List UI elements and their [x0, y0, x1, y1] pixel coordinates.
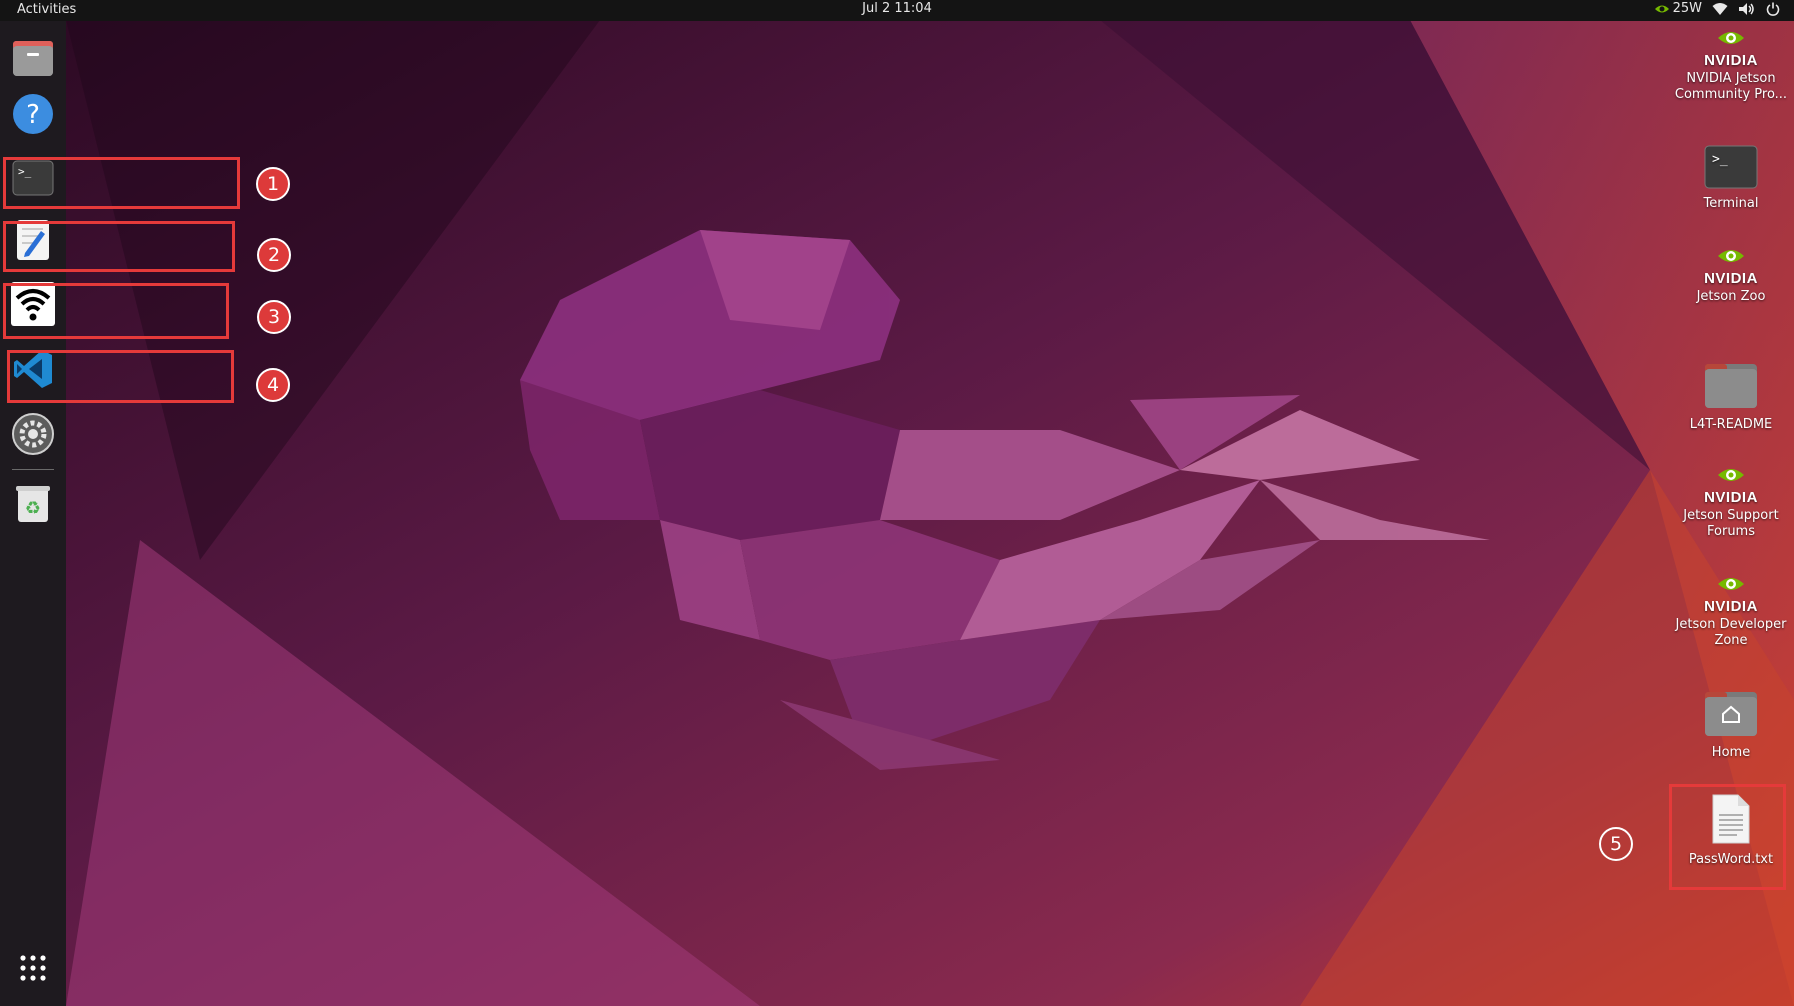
svg-text:?: ? [26, 100, 40, 130]
terminal-icon: >_ [1672, 145, 1790, 194]
nvidia-icon: NVIDIA [1672, 465, 1790, 506]
system-tray[interactable]: 25W [1654, 1, 1780, 16]
desktop-icon-label: Jetson Zoo [1696, 289, 1766, 304]
nvidia-icon: NVIDIA [1672, 246, 1790, 287]
dock-item-trash[interactable]: ♻ [11, 482, 55, 526]
dock-item-files[interactable] [11, 36, 55, 80]
nvidia-icon: NVIDIA [1672, 574, 1790, 615]
desktop-icon-jetson-zoo[interactable]: NVIDIA Jetson Zoo [1672, 246, 1790, 305]
desktop-icon-label: L4T-README [1689, 417, 1773, 432]
home-folder-icon [1672, 690, 1790, 743]
highlight-box-1 [3, 157, 240, 209]
desktop-icon-label: Jetson Developer Zone [1675, 617, 1787, 648]
desktop-icon-home[interactable]: Home [1672, 690, 1790, 761]
show-apps-button[interactable] [11, 946, 55, 990]
desktop-icon-l4t-readme[interactable]: L4T-README [1672, 362, 1790, 433]
gear-icon [12, 413, 54, 455]
clock-area: Jul 2 11:04 [0, 1, 1794, 16]
dock-item-settings[interactable] [11, 412, 55, 456]
power-mode-indicator[interactable]: 25W [1654, 1, 1702, 16]
activities-button[interactable]: Activities [17, 2, 76, 17]
desktop-icon-label: Home [1711, 745, 1751, 760]
desktop-icon-label: NVIDIA Jetson Community Pro... [1674, 71, 1788, 102]
desktop-icon-nvidia-community-projects[interactable]: NVIDIA NVIDIA Jetson Community Pro... [1672, 28, 1790, 103]
nvidia-icon: NVIDIA [1672, 28, 1790, 69]
date-time-clock[interactable]: Jul 2 11:04 [862, 1, 932, 16]
annotation-badge-1: 1 [256, 167, 290, 201]
text-file-icon [1672, 793, 1790, 850]
svg-text:>_: >_ [1712, 152, 1728, 167]
highlight-box-4 [7, 350, 234, 403]
svg-text:♻: ♻ [25, 498, 41, 519]
annotation-badge-5: 5 [1599, 827, 1633, 861]
dock-item-help[interactable]: ? [11, 92, 55, 136]
folder-icon [1672, 362, 1790, 415]
desktop-icon-label: PassWord.txt [1688, 852, 1774, 867]
files-icon [13, 41, 53, 76]
desktop-icon-label: Jetson Support Forums [1683, 508, 1779, 539]
highlight-box-3 [3, 283, 229, 339]
annotation-badge-4: 4 [256, 368, 290, 402]
top-bar: Activities Jul 2 11:04 25W [0, 0, 1794, 21]
nvidia-power-icon [1654, 5, 1669, 12]
desktop-icon-jetson-support-forums[interactable]: NVIDIA Jetson Support Forums [1672, 465, 1790, 540]
trash-icon: ♻ [16, 486, 50, 522]
power-icon[interactable] [1766, 2, 1780, 16]
wifi-icon[interactable] [1712, 2, 1728, 16]
desktop-icon-label: Terminal [1703, 196, 1759, 211]
power-mode-label: 25W [1672, 1, 1702, 16]
desktop-icon-terminal[interactable]: >_ Terminal [1672, 145, 1790, 212]
desktop-wallpaper [0, 0, 1794, 1006]
app-grid-icon [20, 955, 46, 981]
dock-separator [12, 469, 54, 470]
help-icon: ? [13, 94, 53, 134]
desktop-icon-jetson-developer-zone[interactable]: NVIDIA Jetson Developer Zone [1672, 574, 1790, 649]
annotation-badge-3: 3 [257, 300, 291, 334]
volume-icon[interactable] [1738, 2, 1756, 16]
annotation-badge-2: 2 [257, 238, 291, 272]
highlight-box-2 [3, 221, 235, 272]
desktop-icon-password-txt[interactable]: PassWord.txt [1672, 793, 1790, 868]
